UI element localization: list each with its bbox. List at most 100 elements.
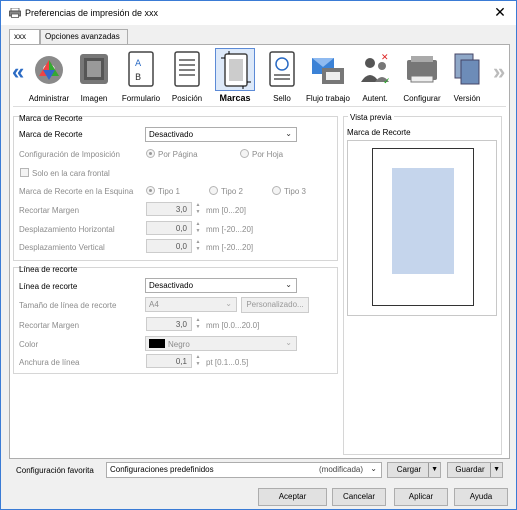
group-title: Marca de Recorte [19,114,83,123]
personalizado-button[interactable]: Personalizado... [241,297,309,313]
chevron-down-icon: ⌄ [370,464,377,473]
formulario-icon: A B [121,48,161,91]
modified-status: (modificada) [318,465,363,474]
tamano-linea-label: Tamaño de línea de recorte [19,301,117,310]
checkbox-label: Solo en la cara frontal [32,169,110,178]
toolbar-version[interactable]: Versión [443,48,491,106]
solo-cara-frontal-checkbox[interactable]: Solo en la cara frontal [20,168,110,178]
aceptar-button[interactable]: Aceptar [258,488,327,506]
color-label: Color [19,340,39,349]
radio-tipo-2[interactable]: Tipo 2 [209,186,243,196]
select-value: Configuraciones predefinidos [110,465,214,474]
tab-opciones-avanzadas[interactable]: Opciones avanzadas [40,29,128,44]
spinner-arrows-icon[interactable]: ▲ ▼ [194,317,202,331]
printer-icon [9,8,21,18]
dropdown-arrow-icon[interactable]: ▼ [428,463,438,477]
marca-recorte-label: Marca de Recorte [19,130,83,139]
svg-text:A: A [135,59,142,69]
radio-por-pagina[interactable]: Por Página [146,149,198,159]
radio-indicator [272,186,281,195]
recortar-margen-input[interactable]: 3,0 [146,202,192,216]
aplicar-button[interactable]: Aplicar [394,488,448,506]
radio-indicator [209,186,218,195]
toolbar-label: Versión [453,94,481,103]
chevron-down-icon: ⌄ [285,338,292,347]
spinner-arrows-icon[interactable]: ▲ ▼ [194,239,202,253]
spinner-arrows-icon[interactable]: ▲ ▼ [194,354,202,368]
print-preferences-dialog: Preferencias de impresión de xxx ✕ xxx O… [0,0,517,510]
radio-label: Por Página [158,150,198,159]
spinner-arrows-icon[interactable]: ▲ ▼ [194,221,202,235]
select-value: A4 [149,300,159,309]
dropdown-arrow-icon[interactable]: ▼ [490,463,500,477]
spinner-arrows-icon[interactable]: ▲ ▼ [194,202,202,216]
range-hint: mm [0...20] [206,206,247,215]
anchura-linea-label: Anchura de línea [19,358,80,367]
sello-icon [262,48,302,91]
administrar-icon [29,48,69,91]
divider [13,106,506,107]
desp-vertical-label: Desplazamiento Vertical [19,243,105,252]
configurar-icon [402,48,442,91]
color-swatch [149,339,165,348]
radio-label: Por Hoja [252,150,284,159]
radio-indicator [240,149,249,158]
ayuda-button[interactable]: Ayuda [454,488,508,506]
chevron-down-icon: ⌄ [225,299,232,308]
select-value: Desactivado [149,281,194,290]
radio-por-hoja[interactable]: Por Hoja [240,149,283,159]
tamano-linea-select[interactable]: A4 ⌄ [145,297,237,312]
guardar-button[interactable]: Guardar ▼ [447,462,503,478]
imagen-icon [74,48,114,91]
radio-tipo-3[interactable]: Tipo 3 [272,186,306,196]
button-label: Cargar [396,465,422,474]
scroll-left-icon[interactable]: « [12,61,24,83]
flujo-trabajo-icon [308,48,348,91]
chevron-down-icon: ⌄ [285,129,292,138]
cancelar-button[interactable]: Cancelar [332,488,386,506]
button-label: Guardar [455,465,485,474]
svg-text:B: B [135,73,141,83]
range-hint: mm [0.0...20.0] [206,321,260,330]
radio-label: Tipo 2 [221,187,243,196]
select-value: Desactivado [149,130,194,139]
tab-xxx[interactable]: xxx [9,29,40,45]
radio-indicator [146,149,155,158]
title-bar: Preferencias de impresión de xxx ✕ [1,1,516,25]
select-value: Negro [168,340,190,349]
range-hint: pt [0.1...0.5] [206,358,249,367]
group-title: Vista previa [348,113,394,122]
close-icon[interactable]: ✕ [492,4,508,20]
recortar-margen-label: Recortar Margen [19,206,80,215]
radio-label: Tipo 1 [158,187,180,196]
imposicion-label: Configuración de Imposición [19,150,120,159]
favorites-label: Configuración favorita [16,466,94,475]
radio-tipo-1[interactable]: Tipo 1 [146,186,180,196]
window-title: Preferencias de impresión de xxx [25,8,159,18]
desp-horizontal-label: Desplazamiento Horizontal [19,225,115,234]
version-icon [447,48,487,91]
range-hint: mm [-20...20] [206,225,254,234]
range-hint: mm [-20...20] [206,243,254,252]
autent-icon: ✕ ✓ [355,48,395,91]
linea-recorte-label: Línea de recorte [19,282,78,291]
marcas-icon [215,48,255,91]
recortar-margen-linea-input[interactable]: 3,0 [146,317,192,331]
scroll-right-icon[interactable]: » [493,61,505,83]
desp-vertical-input[interactable]: 0,0 [146,239,192,253]
svg-text:✕: ✕ [381,53,389,63]
cargar-button[interactable]: Cargar ▼ [387,462,441,478]
svg-text:✓: ✓ [383,77,391,87]
marca-recorte-select[interactable]: Desactivado ⌄ [145,127,297,142]
posicion-icon [167,48,207,91]
toolbar-posicion[interactable]: Posición [163,48,211,106]
color-select[interactable]: Negro ⌄ [145,336,297,351]
group-title: Línea de recorte [19,265,78,274]
favorites-select[interactable]: Configuraciones predefinidos (modificada… [106,462,382,478]
linea-recorte-select[interactable]: Desactivado ⌄ [145,278,297,293]
anchura-linea-input[interactable]: 0,1 [146,354,192,368]
preview-label: Marca de Recorte [347,128,411,137]
preview-print-area [392,168,454,274]
desp-horizontal-input[interactable]: 0,0 [146,221,192,235]
checkbox-box [20,168,29,177]
